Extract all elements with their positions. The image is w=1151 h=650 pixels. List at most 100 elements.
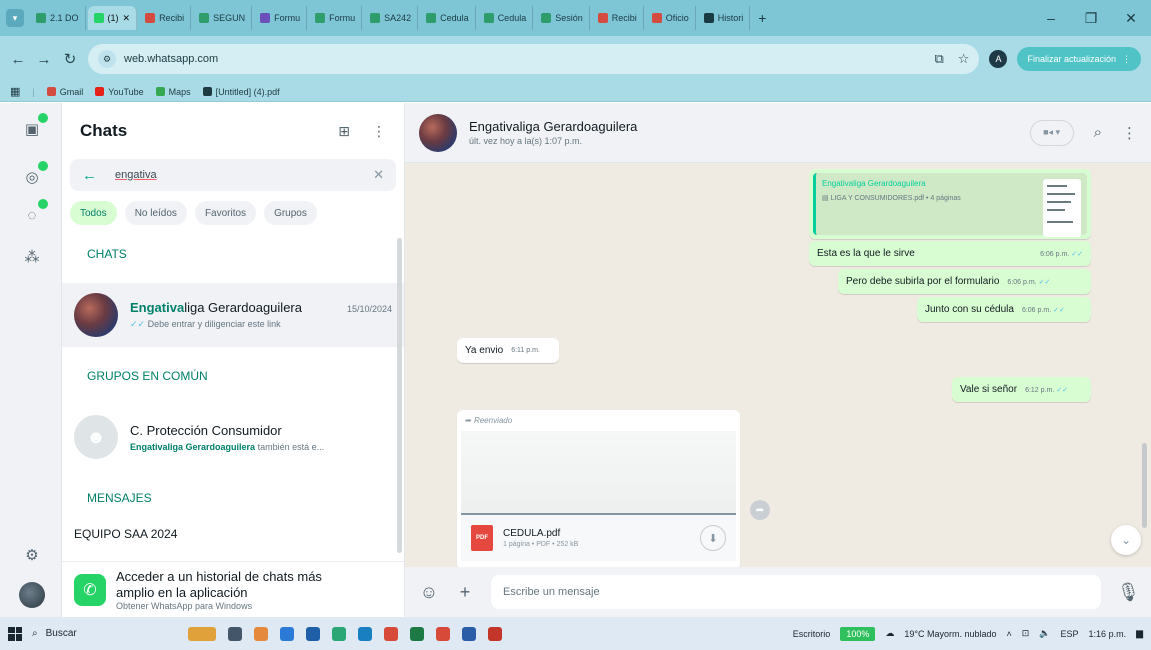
back-arrow-icon[interactable]: ← [10, 51, 26, 68]
conversation-scrollbar[interactable] [1142, 443, 1147, 528]
browser-tab[interactable]: Oficio [646, 6, 696, 30]
acrobat-icon[interactable] [488, 626, 502, 641]
new-chat-icon[interactable]: ⊞ [338, 123, 350, 140]
taskbar-search[interactable]: ⌕ Buscar [32, 628, 152, 639]
forwarded-document-bubble[interactable]: ➦ Reenviado PDF CEDULA.pdf 1 página • PD… [457, 410, 740, 570]
chrome-icon[interactable] [436, 626, 450, 641]
search-icon[interactable]: ⌕ [1094, 124, 1102, 141]
weather-text[interactable]: 19°C Mayorm. nublado [904, 629, 996, 639]
message-bubble-out[interactable]: Pero debe subirla por el formulario 6:06… [838, 269, 1091, 294]
word-icon[interactable] [306, 626, 320, 641]
bookmark-item[interactable]: [Untitled] (4).pdf [202, 87, 280, 97]
tray-chevron-icon[interactable]: ˄ [1007, 629, 1012, 639]
app-icon[interactable] [462, 626, 476, 641]
close-window-icon[interactable]: ✕ [1111, 10, 1151, 27]
chat-list-scrollbar[interactable] [397, 238, 402, 553]
excel-icon[interactable] [410, 626, 424, 641]
language-indicator[interactable]: ESP [1061, 629, 1079, 639]
chat-row-engativaliga[interactable]: Engativaliga Gerardoaguilera 15/10/2024 … [62, 283, 404, 347]
apps-grid-icon[interactable]: ▦ [10, 85, 20, 98]
maximize-icon[interactable]: ❐ [1071, 10, 1111, 27]
conversation-header[interactable]: Engativaliga Gerardoaguilera últ. vez ho… [405, 103, 1151, 163]
minimize-icon[interactable]: – [1031, 10, 1071, 26]
microphone-icon[interactable]: 🎙 [1117, 582, 1140, 603]
menu-dots-icon[interactable]: ⋮ [372, 123, 386, 140]
filter-chip[interactable]: Favoritos [194, 201, 257, 225]
address-bar[interactable]: ⚙ web.whatsapp.com ⧉ ☆ [88, 44, 980, 74]
edge-icon[interactable] [358, 626, 372, 641]
browser-tab[interactable]: Formu [309, 6, 363, 30]
search-back-arrow-icon[interactable]: ← [82, 167, 97, 184]
group-row-proteccion[interactable]: ☻ C. Protección Consumidor Engativaliga … [62, 405, 404, 469]
search-input[interactable]: engativa [115, 169, 157, 181]
new-tab-button[interactable]: + [758, 10, 766, 26]
bookmark-item[interactable]: Maps [155, 87, 191, 97]
update-button[interactable]: Finalizar actualización ⋮ [1017, 47, 1141, 71]
app-icon[interactable] [254, 626, 268, 641]
forward-arrow-icon[interactable]: → [36, 51, 52, 68]
browser-tab[interactable]: Recibi [592, 6, 644, 30]
clock[interactable]: 1:16 p.m. [1089, 629, 1127, 639]
quoted-document-bubble[interactable]: Engativaliga Gerardoaguilera ▤ LIGA Y CO… [809, 169, 1091, 239]
video-call-icon[interactable]: ■◂ ▾ [1029, 119, 1074, 146]
notifications-icon[interactable]: ▆ [1136, 628, 1143, 639]
my-profile-avatar[interactable] [19, 582, 45, 608]
filter-chip[interactable]: No leídos [124, 201, 187, 225]
browser-tab[interactable]: (1) ✕ [87, 6, 138, 30]
close-tab-icon[interactable]: ✕ [123, 13, 131, 24]
settings-gear-icon[interactable]: ⚙ [20, 543, 44, 567]
message-bubble-out[interactable]: Junto con su cédula 6:06 p.m. ✓✓ [917, 297, 1091, 322]
volume-icon[interactable]: 🔈 [1039, 628, 1050, 639]
quoted-doc-name: ▤ LIGA Y CONSUMIDORES.pdf • 4 páginas [822, 195, 961, 202]
profile-avatar[interactable]: A [989, 50, 1008, 68]
message-result-row[interactable]: EQUIPO SAA 2024 [62, 527, 404, 557]
browser-tab[interactable]: SEGUN [193, 6, 253, 30]
chats-icon[interactable]: ▣ [20, 113, 48, 141]
tab-search-button[interactable]: ▾ [6, 9, 24, 27]
browser-tab[interactable]: Cedula [420, 6, 476, 30]
filter-chip[interactable]: Todos [70, 201, 117, 225]
browser-tab[interactable]: Histori [698, 6, 751, 30]
task-view-icon[interactable] [228, 626, 242, 641]
document-row[interactable]: PDF CEDULA.pdf 1 página • PDF • 252 kB ⬇ [461, 513, 736, 561]
search-box[interactable]: ← engativa ✕ [70, 159, 396, 191]
bookmark-item[interactable]: YouTube [95, 87, 144, 97]
clear-search-icon[interactable]: ✕ [373, 167, 384, 183]
bookmark-item[interactable]: Gmail [46, 87, 83, 97]
windows-start-icon[interactable] [8, 626, 22, 641]
reload-icon[interactable]: ↻ [62, 50, 78, 68]
app-icon[interactable] [280, 626, 294, 641]
document-preview-image[interactable] [461, 431, 736, 513]
document-meta: 1 página • PDF • 252 kB [503, 541, 579, 548]
communities-icon[interactable]: ⁂ [20, 245, 44, 269]
desktop-label[interactable]: Escritorio [793, 629, 831, 639]
filter-chip[interactable]: Grupos [264, 201, 317, 225]
install-app-icon[interactable]: ⧉ [935, 51, 944, 67]
conversation-menu-icon[interactable]: ⋮ [1122, 124, 1137, 142]
emoji-icon[interactable]: ☺ [419, 582, 439, 603]
chrome-icon[interactable] [384, 626, 398, 641]
download-icon[interactable]: ⬇ [700, 525, 726, 551]
message-bubble-out[interactable]: Vale si señor 6:12 p.m. ✓✓ [952, 377, 1091, 402]
message-input[interactable]: Escribe un mensaje [491, 575, 1101, 609]
channels-icon[interactable]: ◌ [20, 199, 48, 227]
status-icon[interactable]: ◎ [20, 161, 48, 189]
browser-tab[interactable]: SA242 [364, 6, 419, 30]
attach-plus-icon[interactable]: + [455, 582, 475, 603]
widgets-icon[interactable] [188, 626, 216, 641]
forward-message-icon[interactable]: ➦ [750, 500, 770, 520]
browser-tab[interactable]: Cedula [478, 6, 534, 30]
scroll-down-chevron-icon[interactable]: ⌄ [1111, 525, 1141, 555]
site-info-icon[interactable]: ⚙ [98, 50, 116, 68]
message-bubble-out[interactable]: Esta es la que le sirve 6:06 p.m. ✓✓ [809, 241, 1091, 266]
contact-avatar[interactable] [419, 113, 457, 152]
network-icon[interactable]: ⊡ [1022, 628, 1030, 639]
browser-tab[interactable]: 2.1 DO [30, 6, 86, 30]
app-icon[interactable] [332, 626, 346, 641]
download-app-banner[interactable]: ✆ Acceder a un historial de chats más am… [62, 561, 404, 617]
browser-tab[interactable]: Sesión [535, 6, 590, 30]
message-bubble-in[interactable]: Ya envio 6:11 p.m. [457, 338, 559, 363]
bookmark-star-icon[interactable]: ☆ [958, 51, 970, 67]
browser-tab[interactable]: Formu [254, 6, 308, 30]
browser-tab[interactable]: Recibi [139, 6, 192, 30]
